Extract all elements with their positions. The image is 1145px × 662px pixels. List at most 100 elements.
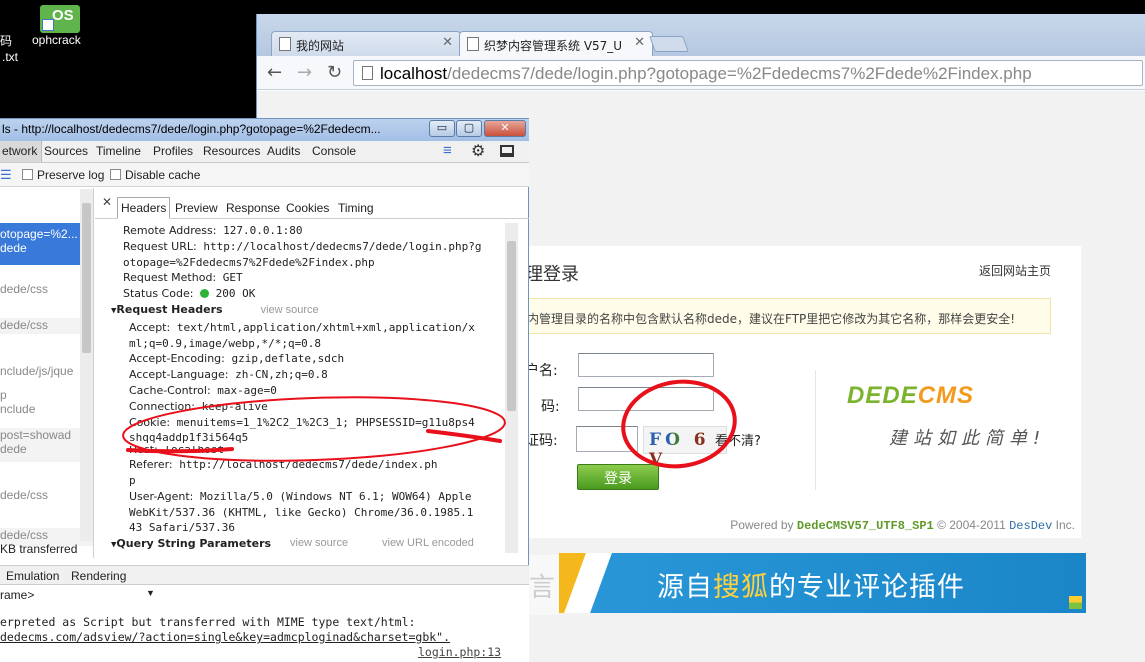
frame-select[interactable]: rame> ▼ — [0, 588, 160, 602]
banner-text-highlight: 搜狐 — [713, 572, 769, 603]
headers-scrollbar[interactable] — [505, 223, 518, 553]
section-title: Request Headers — [116, 302, 223, 316]
close-icon[interactable]: ✕ — [634, 35, 645, 50]
request-path: nclude — [0, 402, 36, 416]
drawer-toggle-icon[interactable]: ≡ — [443, 142, 452, 159]
ophcrack-app-icon[interactable]: OS — [40, 5, 80, 33]
tab-label: 织梦内容管理系统 V57_U — [484, 39, 623, 53]
tab-audits[interactable]: Audits — [267, 144, 300, 158]
checkbox-box[interactable] — [22, 169, 33, 180]
powered-version-link[interactable]: DedeCMSV57_UTF8_SP1 — [797, 519, 934, 533]
captcha-input[interactable] — [576, 426, 638, 452]
address-bar[interactable]: localhost/dedecms7/dede/login.php?gotopa… — [353, 60, 1143, 86]
desktop-file-ext[interactable]: .txt — [2, 50, 18, 64]
header-key: Connection: — [129, 399, 195, 413]
password-input[interactable] — [578, 387, 714, 411]
tab-timing[interactable]: Timing — [338, 201, 374, 215]
tab-headers[interactable]: Headers — [117, 197, 171, 219]
list-view-icon[interactable]: ☰ — [0, 167, 12, 183]
header-key: Status Code: — [123, 287, 194, 301]
header-key: Accept-Language: — [129, 368, 229, 382]
transfer-status: KB transferred — [0, 542, 78, 556]
console-source-link[interactable]: login.php:13 — [418, 645, 501, 659]
request-headers-section[interactable]: ▼Request Headers view source — [108, 302, 504, 320]
tab-response[interactable]: Response — [226, 201, 280, 215]
header-value: zh-CN,zh;q=0.8 — [235, 368, 328, 382]
preserve-log-checkbox[interactable]: Preserve log — [22, 168, 104, 182]
maximize-button[interactable]: ▢ — [456, 120, 482, 137]
console-url-link[interactable]: dedecms.com/adsview/?action=single&key=a… — [0, 630, 450, 644]
divider — [815, 370, 816, 490]
reload-icon[interactable]: ↻ — [327, 62, 342, 83]
status-ok-icon — [200, 289, 210, 299]
close-icon[interactable]: ✕ — [442, 35, 453, 50]
password-label: 码: — [541, 399, 560, 415]
minimize-button[interactable]: ▭ — [429, 120, 455, 137]
request-name: p — [0, 388, 7, 402]
forward-arrow-icon[interactable]: → — [297, 62, 312, 83]
username-input[interactable] — [578, 353, 714, 377]
disable-cache-checkbox[interactable]: Disable cache — [110, 168, 200, 182]
back-arrow-icon[interactable]: ← — [267, 62, 282, 83]
header-key: Accept: — [129, 320, 171, 334]
tab-dedecms[interactable]: 织梦内容管理系统 V57_U ✕ — [459, 31, 653, 56]
header-key: Request URL: — [123, 239, 197, 253]
tab-network[interactable]: etwork — [0, 141, 43, 162]
tab-sources[interactable]: Sources — [44, 144, 88, 158]
header-key: Remote Address: — [123, 224, 217, 237]
header-line: Connection: keep-alive — [108, 399, 504, 415]
tab-console[interactable]: Console — [312, 144, 356, 158]
header-value: http://localhost/dedecms7/dede/login.php… — [203, 239, 482, 253]
view-url-encoded-link[interactable]: view URL encoded — [382, 536, 474, 552]
tab-my-site[interactable]: 我的网站 ✕ — [271, 31, 461, 56]
tab-resources[interactable]: Resources — [203, 144, 260, 158]
console-area: rame> ▼ erpreted as Script but transferre… — [0, 585, 529, 662]
tab-emulation[interactable]: Emulation — [6, 569, 59, 583]
header-key: Accept-Encoding: — [129, 352, 225, 366]
dock-icon[interactable] — [500, 145, 514, 157]
close-button[interactable]: ✕ — [484, 120, 526, 137]
header-line: Accept: text/html,application/xhtml+xml,… — [108, 320, 504, 336]
desktop-file-label[interactable]: 码 — [0, 32, 12, 49]
view-source-link[interactable]: view source — [290, 536, 348, 552]
header-line: Cache-Control: max-age=0 — [108, 383, 504, 399]
scroll-thumb[interactable] — [507, 241, 516, 411]
checkbox-box[interactable] — [110, 169, 121, 180]
desktop-app-label[interactable]: ophcrack — [32, 33, 81, 47]
header-line: Request URL: http://localhost/dedecms7/d… — [108, 239, 504, 255]
header-key: Cookie: — [129, 415, 171, 429]
request-list-scrollbar[interactable] — [80, 189, 93, 541]
view-source-link[interactable]: view source — [261, 304, 319, 316]
devtools-title: ls - http://localhost/dedecms7/dede/logi… — [2, 122, 381, 136]
query-string-section[interactable]: ▼Query String Parameters view source view … — [108, 536, 504, 554]
tab-timeline[interactable]: Timeline — [96, 144, 141, 158]
cookie-header-line: shqq4addp1f3i564q5 — [129, 431, 249, 445]
ad-banner[interactable]: 源自搜狐的专业评论插件 — [559, 553, 1086, 613]
devtools-panel-tabs: etwork Sources Timeline Profiles Resourc… — [0, 141, 529, 163]
new-tab-button[interactable] — [649, 36, 689, 52]
url-host: localhost — [380, 64, 448, 83]
request-path: dede/css — [0, 318, 49, 332]
back-home-link[interactable]: 返回网站主页 — [979, 262, 1051, 279]
tab-preview[interactable]: Preview — [175, 201, 218, 215]
header-value: text/html,application/xhtml+xml,applicat… — [176, 320, 475, 334]
tab-rendering[interactable]: Rendering — [71, 569, 126, 583]
drawer-tabs: Emulation Rendering — [0, 565, 529, 585]
tab-cookies[interactable]: Cookies — [286, 201, 329, 215]
cookie-value: menuitems=1_1%2C2_1%2C3_1; PHPSESSID=g11… — [176, 415, 475, 429]
header-value: GET — [222, 271, 243, 285]
scroll-thumb[interactable] — [82, 203, 91, 353]
header-line: WebKit/537.36 (KHTML, like Gecko) Chrome… — [129, 505, 474, 519]
logo-text-a: DEDE — [847, 382, 918, 409]
header-line: Accept-Language: zh-CN,zh;q=0.8 — [108, 367, 504, 383]
tab-profiles[interactable]: Profiles — [153, 144, 193, 158]
header-line: Request Method: GET — [108, 270, 504, 286]
checkbox-label: Preserve log — [37, 168, 105, 182]
gear-icon[interactable]: ⚙ — [471, 141, 485, 161]
request-path: dede — [0, 442, 27, 456]
captcha-refresh-link[interactable]: 看不清? — [715, 430, 761, 449]
login-button[interactable]: 登录 — [577, 464, 659, 490]
security-notice: 内管理目录的名称中包含默认名称dede，建议在FTP里把它修改为其它名称，那样会… — [525, 298, 1051, 334]
header-line: Accept-Encoding: gzip,deflate,sdch — [108, 351, 504, 367]
powered-company-link[interactable]: DesDev — [1009, 519, 1052, 533]
